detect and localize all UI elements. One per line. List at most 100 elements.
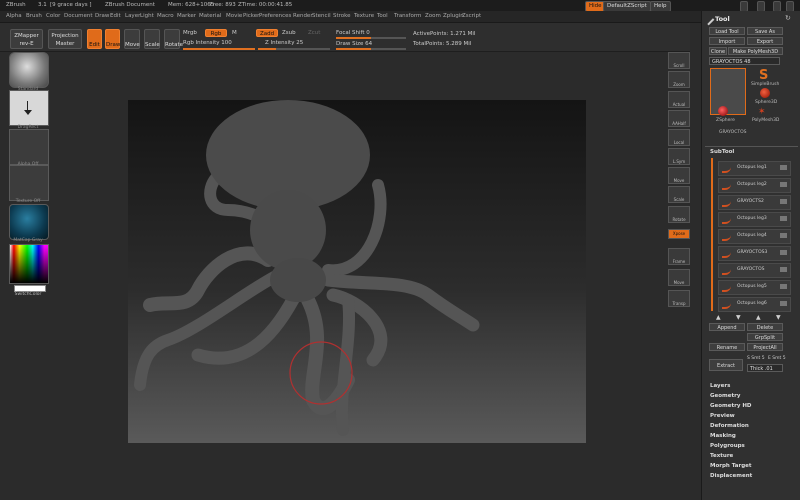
section-texture[interactable]: Texture xyxy=(710,453,733,459)
clone-button[interactable]: Clone xyxy=(709,47,727,55)
section-geometry[interactable]: Geometry xyxy=(710,393,740,399)
shelf-xpose-button[interactable]: Xpose xyxy=(668,229,690,239)
edit-button[interactable]: Edit xyxy=(87,29,102,49)
menu-brush[interactable]: Brush xyxy=(26,13,42,19)
subtool-row[interactable]: GRAYOCTOS3 xyxy=(718,246,791,261)
arrow-up-icon[interactable]: ▲ xyxy=(716,314,721,321)
eye-icon[interactable] xyxy=(780,216,787,221)
section-preview[interactable]: Preview xyxy=(710,413,735,419)
menu-stroke[interactable]: Stroke xyxy=(333,13,351,19)
import-button[interactable]: Import xyxy=(709,37,745,45)
rgb-button[interactable]: Rgb xyxy=(205,29,227,37)
shelf-aahalf-button[interactable]: AAHalf xyxy=(668,110,690,127)
eye-icon[interactable] xyxy=(780,182,787,187)
m-button[interactable]: M xyxy=(232,30,237,36)
subtool-row[interactable]: Octopus leg1 xyxy=(718,161,791,176)
subtool-row[interactable]: Octopus leg2 xyxy=(718,178,791,193)
zcut-button[interactable]: Zcut xyxy=(308,30,320,36)
current-tool-thumb[interactable] xyxy=(710,68,746,115)
eye-icon[interactable] xyxy=(780,199,787,204)
shelf-l-sym-button[interactable]: L.Sym xyxy=(668,148,690,165)
rgb-intensity-slider[interactable] xyxy=(183,48,255,50)
mrgb-button[interactable]: Mrgb xyxy=(183,30,197,36)
zsub-button[interactable]: Zsub xyxy=(282,30,296,36)
document-canvas[interactable] xyxy=(128,100,586,443)
eye-icon[interactable] xyxy=(780,284,787,289)
shelf-scroll-button[interactable]: Scroll xyxy=(668,52,690,69)
shelf-frame-button[interactable]: Frame xyxy=(668,248,690,265)
section-geometry-hd[interactable]: Geometry HD xyxy=(710,403,752,409)
section-morph-target[interactable]: Morph Target xyxy=(710,463,752,469)
menu-marker[interactable]: Marker xyxy=(177,13,196,19)
eye-icon[interactable] xyxy=(780,301,787,306)
sphere3d-icon[interactable] xyxy=(760,88,770,98)
arrow-down-icon[interactable]: ▼ xyxy=(776,314,781,321)
thick-slider[interactable]: Thick .01 xyxy=(747,364,783,372)
append-button[interactable]: Append xyxy=(709,323,745,331)
menu-movie[interactable]: Movie xyxy=(226,13,242,19)
brush-thumbnail[interactable] xyxy=(9,52,49,88)
section-deformation[interactable]: Deformation xyxy=(710,423,749,429)
zsphere-icon[interactable] xyxy=(718,106,728,116)
menu-picker[interactable]: Picker xyxy=(243,13,259,19)
section-masking[interactable]: Masking xyxy=(710,433,736,439)
shelf-transp-button[interactable]: Transp xyxy=(668,290,690,307)
menu-texture[interactable]: Texture xyxy=(354,13,374,19)
color-picker[interactable] xyxy=(9,244,49,284)
menu-zplugin[interactable]: Zplugin xyxy=(443,13,464,19)
menu-document[interactable]: Document xyxy=(64,13,93,19)
alpha-thumbnail[interactable] xyxy=(9,129,49,165)
move-button[interactable]: Move xyxy=(124,29,140,49)
grpsplit-button[interactable]: GrpSplit xyxy=(747,333,783,341)
subtool-row[interactable]: GRAYOCTS2 xyxy=(718,195,791,210)
subtool-row[interactable]: Octopus leg3 xyxy=(718,212,791,227)
shelf-scale-button[interactable]: Scale xyxy=(668,186,690,203)
eye-icon[interactable] xyxy=(780,267,787,272)
current-tool-slider[interactable]: GRAYOCTOS 48 xyxy=(709,57,780,65)
eye-icon[interactable] xyxy=(780,250,787,255)
shelf-move-button[interactable]: Move xyxy=(668,167,690,184)
section-displacement[interactable]: Displacement xyxy=(710,473,752,479)
material-thumbnail[interactable] xyxy=(9,204,49,240)
texture-thumbnail[interactable] xyxy=(9,165,49,201)
shelf-zoom-button[interactable]: Zoom xyxy=(668,71,690,88)
shelf-local-button[interactable]: Local xyxy=(668,129,690,146)
rename-button[interactable]: Rename xyxy=(709,343,745,351)
menu-material[interactable]: Material xyxy=(199,13,221,19)
shelf-rotate-button[interactable]: Rotate xyxy=(668,206,690,223)
section-layers[interactable]: Layers xyxy=(710,383,730,389)
z-intensity-slider[interactable] xyxy=(258,48,330,50)
rotate-button[interactable]: Rotate xyxy=(164,29,183,49)
stroke-thumbnail[interactable] xyxy=(9,90,49,126)
menu-transform[interactable]: Transform xyxy=(394,13,421,19)
subtool-row[interactable]: Octopus leg4 xyxy=(718,229,791,244)
draw-size-slider[interactable] xyxy=(336,48,406,50)
scale-button[interactable]: Scale xyxy=(144,29,160,49)
menu-macro[interactable]: Macro xyxy=(157,13,174,19)
menu-stencil[interactable]: Stencil xyxy=(312,13,331,19)
polymesh3d-icon[interactable]: ✶ xyxy=(758,107,766,117)
load-tool-button[interactable]: Load Tool xyxy=(709,27,745,35)
menu-draw[interactable]: Draw xyxy=(95,13,109,19)
delete-button[interactable]: Delete xyxy=(747,323,783,331)
draw-button[interactable]: Draw xyxy=(105,29,120,49)
shelf-move-button[interactable]: Move xyxy=(668,269,690,286)
projectall-button[interactable]: ProjectAll xyxy=(747,343,783,351)
focal-shift-slider[interactable] xyxy=(336,37,406,39)
menu-render[interactable]: Render xyxy=(293,13,313,19)
menu-zscript[interactable]: Zscript xyxy=(462,13,481,19)
export-button[interactable]: Export xyxy=(747,37,783,45)
secondary-color-swatch[interactable] xyxy=(14,285,46,292)
make-polymesh-button[interactable]: Make PolyMesh3D xyxy=(728,47,783,55)
zmapper-button[interactable]: ZMapper rev-E xyxy=(10,29,43,49)
refresh-icon[interactable]: ↻ xyxy=(785,14,791,22)
menu-edit[interactable]: Edit xyxy=(110,13,121,19)
subtool-scrollbar[interactable] xyxy=(711,158,713,311)
menu-alpha[interactable]: Alpha xyxy=(6,13,22,19)
menu-layer[interactable]: Layer xyxy=(125,13,140,19)
switch-color-button[interactable]: SwitchColor xyxy=(9,292,47,297)
save-as-button[interactable]: Save As xyxy=(747,27,783,35)
section-polygroups[interactable]: Polygroups xyxy=(710,443,745,449)
subtool-row[interactable]: GRAYOCTOS xyxy=(718,263,791,278)
menu-light[interactable]: Light xyxy=(140,13,154,19)
